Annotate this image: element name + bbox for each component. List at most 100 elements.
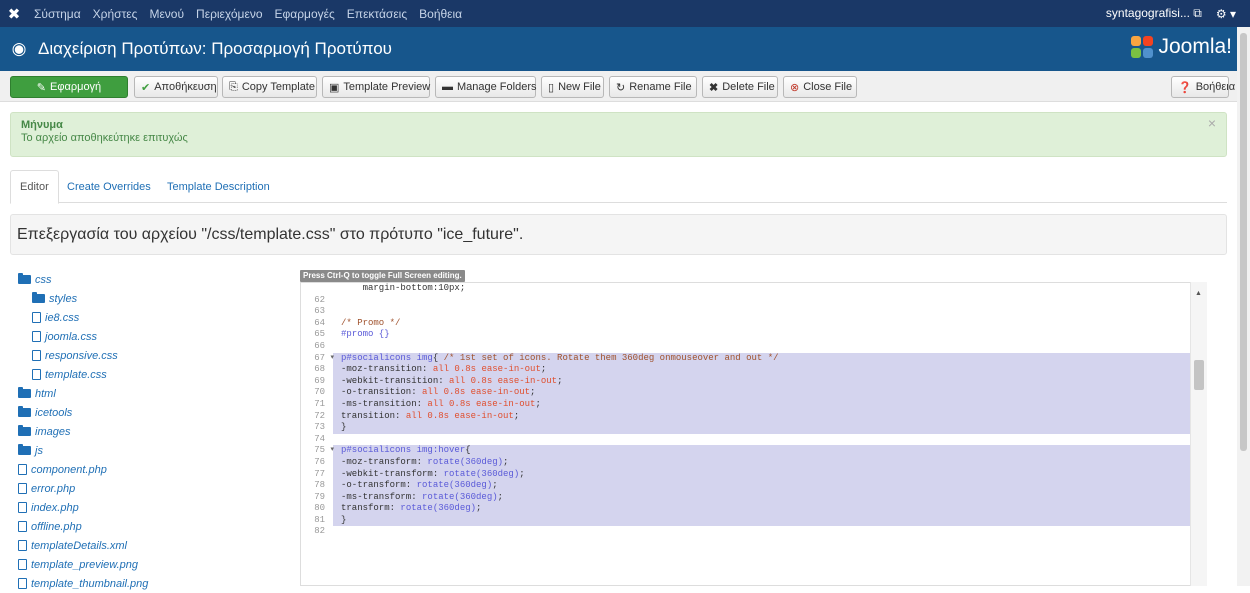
code-text: p#socialicons img:hover{ bbox=[333, 445, 1206, 457]
code-text: } bbox=[333, 514, 1206, 527]
code-line[interactable]: 77 -webkit-transform: rotate(360deg); bbox=[301, 468, 1206, 481]
tree-folder[interactable]: styles bbox=[18, 289, 268, 308]
tab-editor[interactable]: Editor bbox=[10, 170, 59, 204]
tree-folder[interactable]: html bbox=[18, 384, 268, 403]
code-line[interactable]: 78 -o-transform: rotate(360deg); bbox=[301, 480, 1206, 492]
code-line[interactable]: 68 -moz-transition: all 0.8s ease-in-out; bbox=[301, 364, 1206, 376]
code-text: p#socialicons img{ /* 1st set of icons. … bbox=[333, 352, 1206, 365]
code-text: -moz-transform: rotate(360deg); bbox=[333, 456, 1206, 469]
code-line[interactable]: 76 -moz-transform: rotate(360deg); bbox=[301, 456, 1206, 469]
manage-folders-button[interactable]: ▬ Manage Folders bbox=[435, 76, 537, 98]
file-icon bbox=[18, 559, 27, 570]
code-line[interactable]: 75 ▾ p#socialicons img:hover{ bbox=[301, 445, 1206, 457]
tree-folder[interactable]: images bbox=[18, 422, 268, 441]
code-text: -ms-transition: all 0.8s ease-in-out; bbox=[333, 398, 1206, 411]
line-number: 69 bbox=[314, 375, 325, 386]
tree-folder[interactable]: js bbox=[18, 441, 268, 460]
tree-file[interactable]: error.php bbox=[18, 479, 268, 498]
tree-file[interactable]: template.css bbox=[18, 365, 268, 384]
rename-file-button[interactable]: ↻ Rename File bbox=[609, 76, 697, 98]
help-button[interactable]: ❓ Βοήθεια bbox=[1171, 76, 1235, 98]
code-line[interactable]: 63 bbox=[301, 306, 1206, 318]
tree-file[interactable]: joomla.css bbox=[18, 327, 268, 346]
tree-file[interactable]: template_preview.png bbox=[18, 555, 268, 574]
site-name: syntagografisi... bbox=[1105, 6, 1190, 20]
line-number: 76 bbox=[314, 456, 325, 467]
code-line[interactable]: 80 transform: rotate(360deg); bbox=[301, 503, 1206, 515]
line-number: 70 bbox=[314, 387, 325, 398]
code-line[interactable]: 64 /* Promo */ bbox=[301, 318, 1206, 330]
tree-item-label: template_thumbnail.png bbox=[31, 577, 149, 590]
menu-components[interactable]: Εφαρμογές bbox=[269, 7, 341, 21]
file-icon: ▯ bbox=[548, 81, 555, 94]
new-file-button[interactable]: ▯ New File bbox=[541, 76, 604, 98]
toolbar: ✎ Εφαρμογή ✔ Αποθήκευση ⎘ Copy Template ▣ Te… bbox=[0, 71, 1250, 102]
close-file-button[interactable]: ⊗ Close File bbox=[783, 76, 857, 98]
tree-file[interactable]: index.php bbox=[18, 498, 268, 517]
refresh-icon: ↻ bbox=[616, 81, 626, 94]
menu-menus[interactable]: Μενού bbox=[143, 7, 190, 21]
tree-item-label: error.php bbox=[31, 482, 76, 495]
menu-system[interactable]: Σύστημα bbox=[28, 7, 87, 21]
code-line[interactable]: 66 bbox=[301, 341, 1206, 353]
code-line[interactable]: 79 -ms-transform: rotate(360deg); bbox=[301, 491, 1206, 504]
joomla-menu-icon[interactable]: ✖ bbox=[0, 5, 28, 23]
copy-template-button[interactable]: ⎘ Copy Template bbox=[222, 76, 317, 98]
code-line[interactable]: 73} bbox=[301, 422, 1206, 434]
tab-template-description[interactable]: Template Description bbox=[158, 170, 279, 203]
menu-extensions[interactable]: Επεκτάσεις bbox=[341, 7, 413, 21]
tree-file[interactable]: component.php bbox=[18, 460, 268, 479]
tree-folder[interactable]: icetools bbox=[18, 403, 268, 422]
editor-scrollbar[interactable]: ▲ bbox=[1190, 282, 1207, 586]
tree-item-label: css bbox=[35, 273, 52, 286]
code-line[interactable]: 69 -webkit-transition: all 0.8s ease-in-o… bbox=[301, 375, 1206, 388]
folder-icon bbox=[18, 425, 31, 436]
code-line[interactable]: 82 bbox=[301, 526, 1206, 538]
tree-file[interactable]: ie8.css bbox=[18, 308, 268, 327]
line-number: 64 bbox=[314, 317, 325, 328]
close-icon[interactable]: × bbox=[1208, 115, 1216, 131]
code-text: transition: all 0.8s ease-in-out; bbox=[333, 410, 1206, 423]
code-line[interactable]: 70 -o-transition: all 0.8s ease-in-out; bbox=[301, 387, 1206, 399]
editor-scroll-thumb[interactable] bbox=[1194, 360, 1204, 390]
template-preview-button[interactable]: ▣ Template Preview bbox=[322, 76, 430, 98]
tab-bar: Editor Create Overrides Template Descrip… bbox=[10, 170, 1227, 204]
fold-arrow-icon[interactable]: ▾ bbox=[330, 445, 334, 457]
menu-content[interactable]: Περιεχόμενο bbox=[190, 7, 268, 21]
code-line[interactable]: 72 transition: all 0.8s ease-in-out; bbox=[301, 410, 1206, 423]
code-text: transform: rotate(360deg); bbox=[333, 503, 1206, 515]
edit-icon: ✎ bbox=[36, 81, 47, 94]
file-icon bbox=[32, 350, 41, 361]
menu-users[interactable]: Χρήστες bbox=[87, 7, 144, 21]
code-line[interactable]: margin-bottom:10px; bbox=[301, 283, 1206, 295]
copy-icon: ⎘ bbox=[229, 80, 238, 93]
tab-create-overrides[interactable]: Create Overrides bbox=[58, 170, 160, 203]
code-line[interactable]: 81} bbox=[301, 514, 1206, 527]
code-line[interactable]: 71 -ms-transition: all 0.8s ease-in-out; bbox=[301, 398, 1206, 411]
tree-file[interactable]: responsive.css bbox=[18, 346, 268, 365]
code-line[interactable]: 67 ▾ p#socialicons img{ /* 1st set of icon… bbox=[301, 352, 1206, 365]
code-editor[interactable]: margin-bottom:10px; 62 63 64 /* Promo */ 65 #p… bbox=[300, 282, 1207, 586]
page-scroll-thumb[interactable] bbox=[1240, 33, 1247, 451]
apply-button[interactable]: ✎ Εφαρμογή bbox=[10, 76, 128, 98]
code-line[interactable]: 74 bbox=[301, 434, 1206, 446]
code-text: #promo {} bbox=[341, 329, 390, 340]
scroll-up-icon[interactable]: ▲ bbox=[1195, 290, 1202, 297]
tree-item-label: joomla.css bbox=[45, 330, 97, 343]
delete-file-button[interactable]: ✖ Delete File bbox=[702, 76, 778, 98]
tree-file[interactable]: offline.php bbox=[18, 517, 268, 536]
tree-file[interactable]: templateDetails.xml bbox=[18, 536, 268, 555]
external-link-icon: ⧉ bbox=[1193, 6, 1202, 20]
page-scrollbar[interactable] bbox=[1237, 27, 1250, 586]
menu-help[interactable]: Βοήθεια bbox=[413, 7, 468, 21]
site-link[interactable]: syntagografisi... ⧉ bbox=[1106, 6, 1202, 21]
code-text: -o-transition: all 0.8s ease-in-out; bbox=[333, 387, 1206, 399]
tree-file[interactable]: template_thumbnail.png bbox=[18, 574, 268, 593]
code-line[interactable]: 62 bbox=[301, 295, 1206, 307]
tree-folder[interactable]: css bbox=[18, 270, 268, 289]
code-line[interactable]: 65 #promo {} bbox=[301, 329, 1206, 341]
gear-icon[interactable]: ⚙ ▾ bbox=[1216, 7, 1236, 21]
fold-arrow-icon[interactable]: ▾ bbox=[330, 353, 334, 365]
tree-item-label: offline.php bbox=[31, 520, 82, 533]
save-button[interactable]: ✔ Αποθήκευση bbox=[134, 76, 218, 98]
